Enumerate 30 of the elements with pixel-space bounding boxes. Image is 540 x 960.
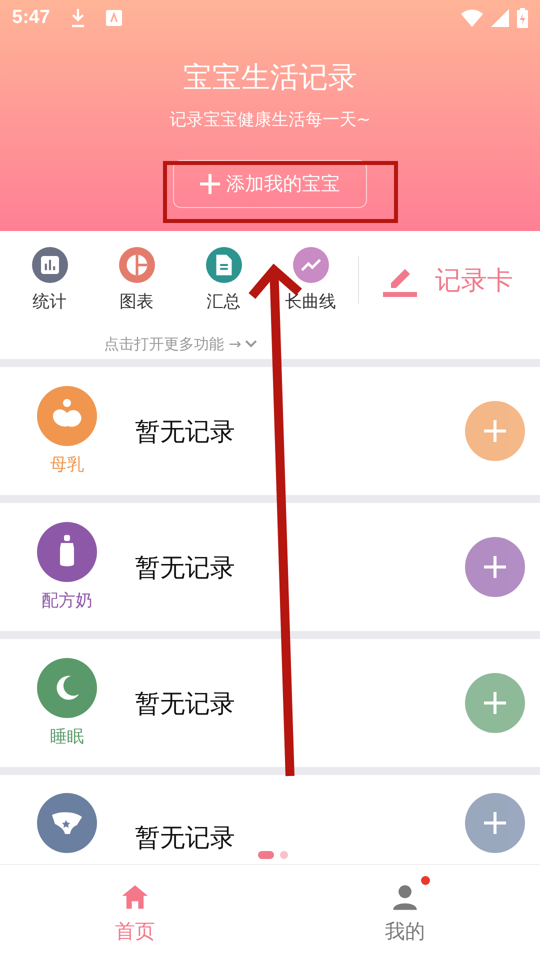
record-card-button[interactable]: 记录卡 [383,262,513,298]
notification-icon [106,10,122,26]
category-label: 母乳 [50,454,84,476]
record-status: 暂无记录 [135,822,236,854]
nav-tab[interactable]: 我的 [270,865,540,960]
category-label: 配方奶 [42,590,92,612]
more-functions-hint[interactable]: 点击打开更多功能 → [104,334,242,354]
wifi-icon [461,9,483,27]
record-status: 暂无记录 [135,416,236,448]
add-baby-button[interactable]: 添加我的宝宝 [173,160,367,208]
plus-icon [200,174,220,194]
record-status: 暂无记录 [135,552,236,584]
plus-icon [484,556,506,578]
quick-action[interactable]: 长曲线 [267,247,354,313]
download-icon [70,8,86,28]
app-title: 宝宝生活记录 [182,59,358,96]
plus-icon [484,812,506,834]
quick-action[interactable]: 统计 [6,247,93,313]
nav-tab[interactable]: 首页 [0,865,270,960]
plus-icon [484,692,506,714]
app-subtitle: 记录宝宝健康生活每一天~ [168,109,372,132]
chevron-down-icon [245,340,258,348]
signal-icon [491,9,509,27]
quick-action[interactable]: 图表 [93,247,180,313]
quick-action[interactable]: 汇总 [180,247,267,313]
category-label: 睡眠 [50,726,84,748]
status-time: 5:47 [12,7,50,29]
record-status: 暂无记录 [135,688,236,720]
battery-icon [517,8,528,28]
plus-icon [484,420,506,442]
